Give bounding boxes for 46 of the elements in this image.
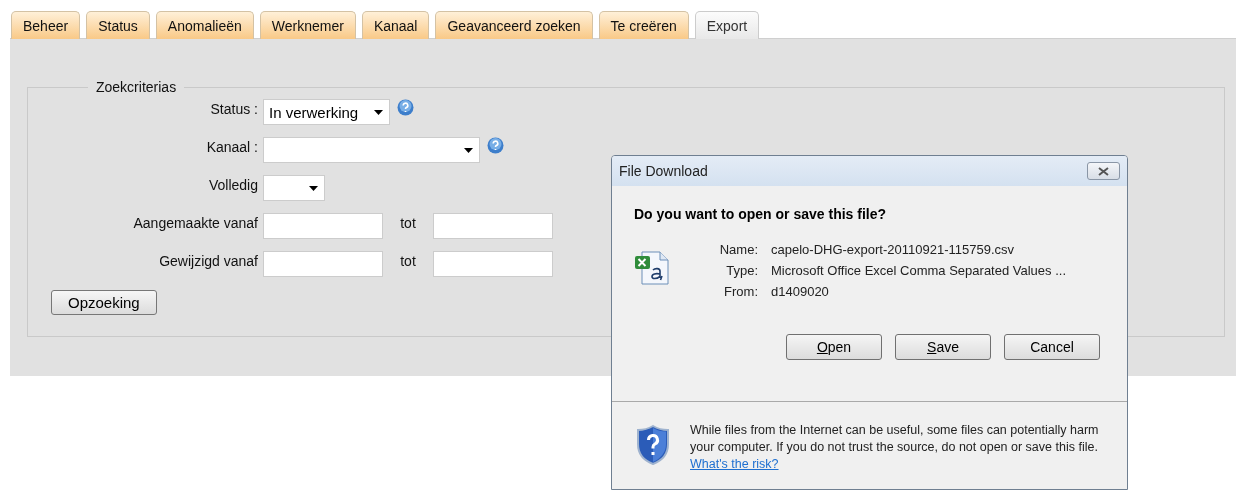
dialog-question: Do you want to open or save this file?	[634, 206, 888, 222]
dialog-button[interactable]: Save	[895, 334, 991, 360]
date-input[interactable]	[433, 251, 553, 277]
tab[interactable]: Export	[694, 11, 760, 39]
date-input[interactable]	[263, 251, 383, 277]
search-button[interactable]: Opzoeking	[51, 290, 157, 315]
close-button[interactable]	[1087, 162, 1120, 180]
dropdown[interactable]	[263, 175, 325, 201]
tab[interactable]: Werknemer	[259, 11, 356, 39]
caret-icon	[309, 185, 318, 191]
tab[interactable]: Geavanceerd zoeken	[435, 11, 593, 39]
field-label: Aangemaakte vanaf	[132, 215, 258, 231]
caret-icon	[464, 147, 473, 153]
window-title: File Download	[619, 163, 708, 179]
range-separator: tot	[399, 253, 417, 269]
field-label: Gewijzigd vanaf	[158, 253, 258, 269]
spreadsheet-file-icon	[634, 248, 670, 286]
date-input[interactable]	[433, 213, 553, 239]
detail-label: From:	[723, 284, 758, 299]
help-icon[interactable]	[397, 98, 414, 116]
date-input[interactable]	[263, 213, 383, 239]
tab[interactable]: Anomalieën	[155, 11, 254, 39]
detail-value: d1409020	[771, 284, 830, 299]
detail-value: Microsoft Office Excel Comma Separated Values ...	[771, 263, 1067, 278]
field-label: Status :	[209, 101, 258, 117]
help-icon[interactable]	[487, 136, 504, 154]
range-separator: tot	[399, 215, 417, 231]
dialog-button[interactable]: Cancel	[1004, 334, 1100, 360]
tab[interactable]: Te creëren	[598, 11, 689, 39]
field-label: Volledig	[207, 177, 258, 193]
security-warning: While files from the Internet can be useful, some files can potentially harm your computer. If you do not trust the source, do not open or save this file. What's the risk?	[690, 422, 1100, 473]
detail-label: Type:	[725, 263, 758, 278]
detail-value: capelo-DHG-export-20110921-115759.csv	[771, 242, 1016, 257]
caret-icon	[374, 109, 383, 115]
risk-link[interactable]: What's the risk?	[690, 457, 779, 471]
group-legend: Zoekcriterias	[88, 79, 185, 95]
detail-label: Name:	[718, 242, 758, 257]
field-label: Kanaal :	[205, 139, 258, 155]
dialog-button[interactable]: Open	[786, 334, 882, 360]
security-shield-icon	[636, 424, 670, 466]
dropdown[interactable]	[263, 137, 480, 163]
tab[interactable]: Status	[86, 11, 150, 39]
tab[interactable]: Kanaal	[361, 11, 430, 39]
dropdown[interactable]: In verwerking	[263, 99, 390, 125]
close-icon	[1098, 166, 1109, 176]
tab[interactable]: Beheer	[11, 11, 81, 39]
